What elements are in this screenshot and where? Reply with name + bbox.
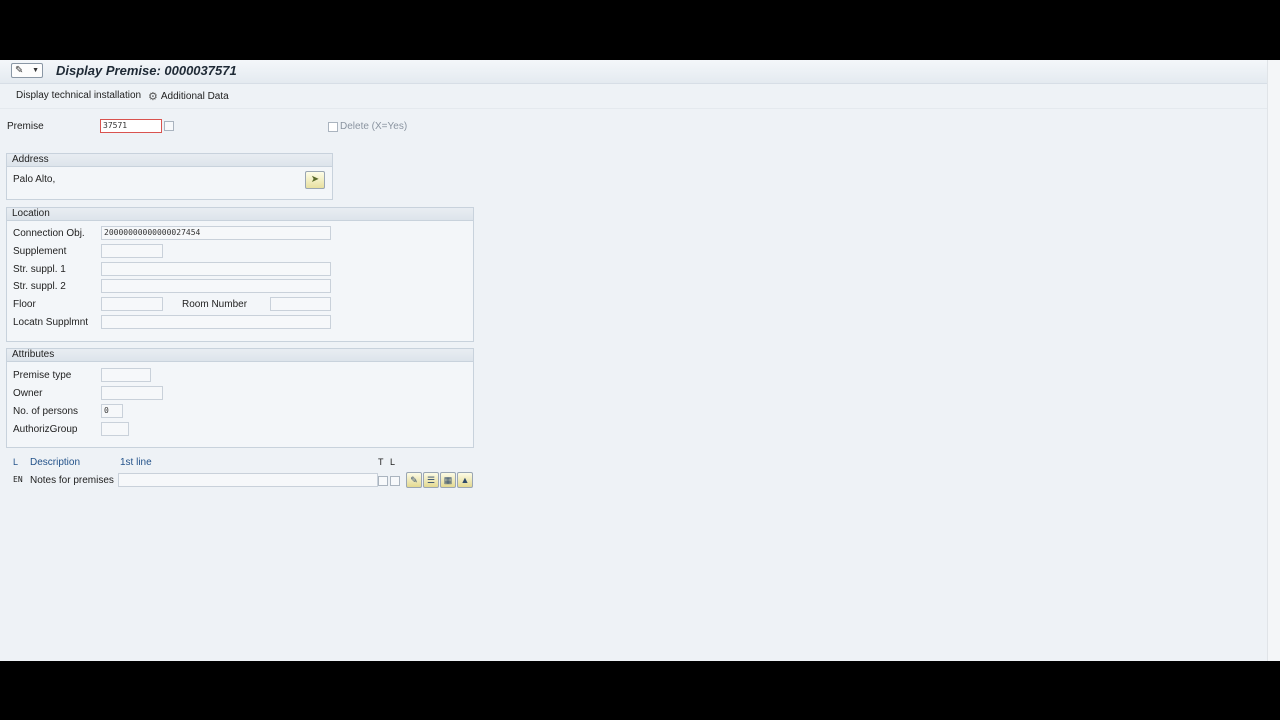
detail-icon: ☰ [426, 475, 436, 485]
locatn-supplmnt-field[interactable] [101, 315, 331, 329]
notes-detail-button[interactable]: ☰ [423, 472, 439, 488]
title-bar: ✎ ▼ Display Premise: 0000037571 [0, 60, 1268, 84]
premise-input[interactable]: 37571 [100, 119, 162, 133]
floor-label: Floor [13, 299, 36, 310]
car-icon: ⚙ [148, 91, 158, 103]
pencil-icon: ✎ [410, 475, 418, 485]
additional-data-label: Additional Data [160, 91, 229, 102]
notes-image-button[interactable]: ▲ [457, 472, 473, 488]
room-number-label: Room Number [182, 299, 248, 310]
edit-address-icon: ➤ [310, 174, 320, 185]
address-group: Address Palo Alto, ➤ [6, 153, 333, 200]
image-icon: ▲ [460, 475, 470, 485]
connection-obj-label: Connection Obj. [13, 228, 85, 239]
address-edit-button[interactable]: ➤ [305, 171, 325, 189]
premise-label: Premise [7, 121, 44, 132]
notes-l-checkbox[interactable] [390, 476, 400, 486]
premise-search-help-icon[interactable] [164, 121, 174, 131]
sap-screen: ✎ ▼ Display Premise: 0000037571 Display … [0, 60, 1280, 661]
delete-checkbox[interactable] [328, 122, 338, 132]
notes-language-code: EN [13, 475, 23, 484]
address-header: Address [7, 154, 332, 167]
str-suppl1-field[interactable] [101, 262, 331, 276]
additional-data-button[interactable]: ⚙ Additional Data [148, 90, 229, 103]
menu-toggle-button[interactable]: ✎ ▼ [11, 63, 43, 78]
display-technical-installation-button[interactable]: Display technical installation [16, 90, 141, 101]
notes-t-header: T [378, 457, 384, 467]
floor-field[interactable] [101, 297, 163, 311]
str-suppl2-label: Str. suppl. 2 [13, 281, 66, 292]
vertical-scrollbar[interactable] [1267, 60, 1280, 661]
dropdown-arrow-icon: ▼ [32, 67, 39, 74]
supplement-field[interactable] [101, 244, 163, 258]
notes-first-line-field[interactable] [118, 473, 378, 487]
notes-l-header: L [390, 457, 396, 467]
page-title: Display Premise: 0000037571 [56, 63, 237, 78]
str-suppl2-field[interactable] [101, 279, 331, 293]
display-technical-installation-label: Display technical installation [16, 90, 142, 101]
notes-row-label: Notes for premises [30, 475, 114, 486]
notes-edit-button[interactable]: ✎ [406, 472, 422, 488]
authoriz-group-label: AuthorizGroup [13, 424, 78, 435]
supplement-label: Supplement [13, 246, 67, 257]
attributes-group: Attributes Premise type Owner No. of per… [6, 348, 474, 448]
no-of-persons-field[interactable]: 0 [101, 404, 123, 418]
application-toolbar: Display technical installation ⚙ Additio… [0, 84, 1268, 109]
notes-table-button[interactable]: ▦ [440, 472, 456, 488]
owner-label: Owner [13, 388, 43, 399]
address-value: Palo Alto, [13, 174, 56, 185]
notes-language-header[interactable]: L [13, 457, 18, 467]
no-of-persons-label: No. of persons [13, 406, 79, 417]
location-group: Location Connection Obj. 200000000000000… [6, 207, 474, 342]
premise-type-label: Premise type [13, 370, 72, 381]
room-number-field[interactable] [270, 297, 331, 311]
location-header: Location [7, 208, 473, 221]
attributes-header: Attributes [7, 349, 473, 362]
str-suppl1-label: Str. suppl. 1 [13, 264, 66, 275]
owner-field[interactable] [101, 386, 163, 400]
connection-obj-field[interactable]: 20000000000000027454 [101, 226, 331, 240]
notes-description-header[interactable]: Description [30, 457, 80, 468]
notes-t-checkbox[interactable] [378, 476, 388, 486]
premise-type-field[interactable] [101, 368, 151, 382]
transaction-icon: ✎ [15, 65, 24, 76]
locatn-supplmnt-label: Locatn Supplmnt [13, 317, 89, 328]
delete-label: Delete (X=Yes) [340, 121, 408, 132]
table-icon: ▦ [443, 475, 453, 485]
authoriz-group-field[interactable] [101, 422, 129, 436]
notes-first-line-header[interactable]: 1st line [120, 457, 152, 468]
